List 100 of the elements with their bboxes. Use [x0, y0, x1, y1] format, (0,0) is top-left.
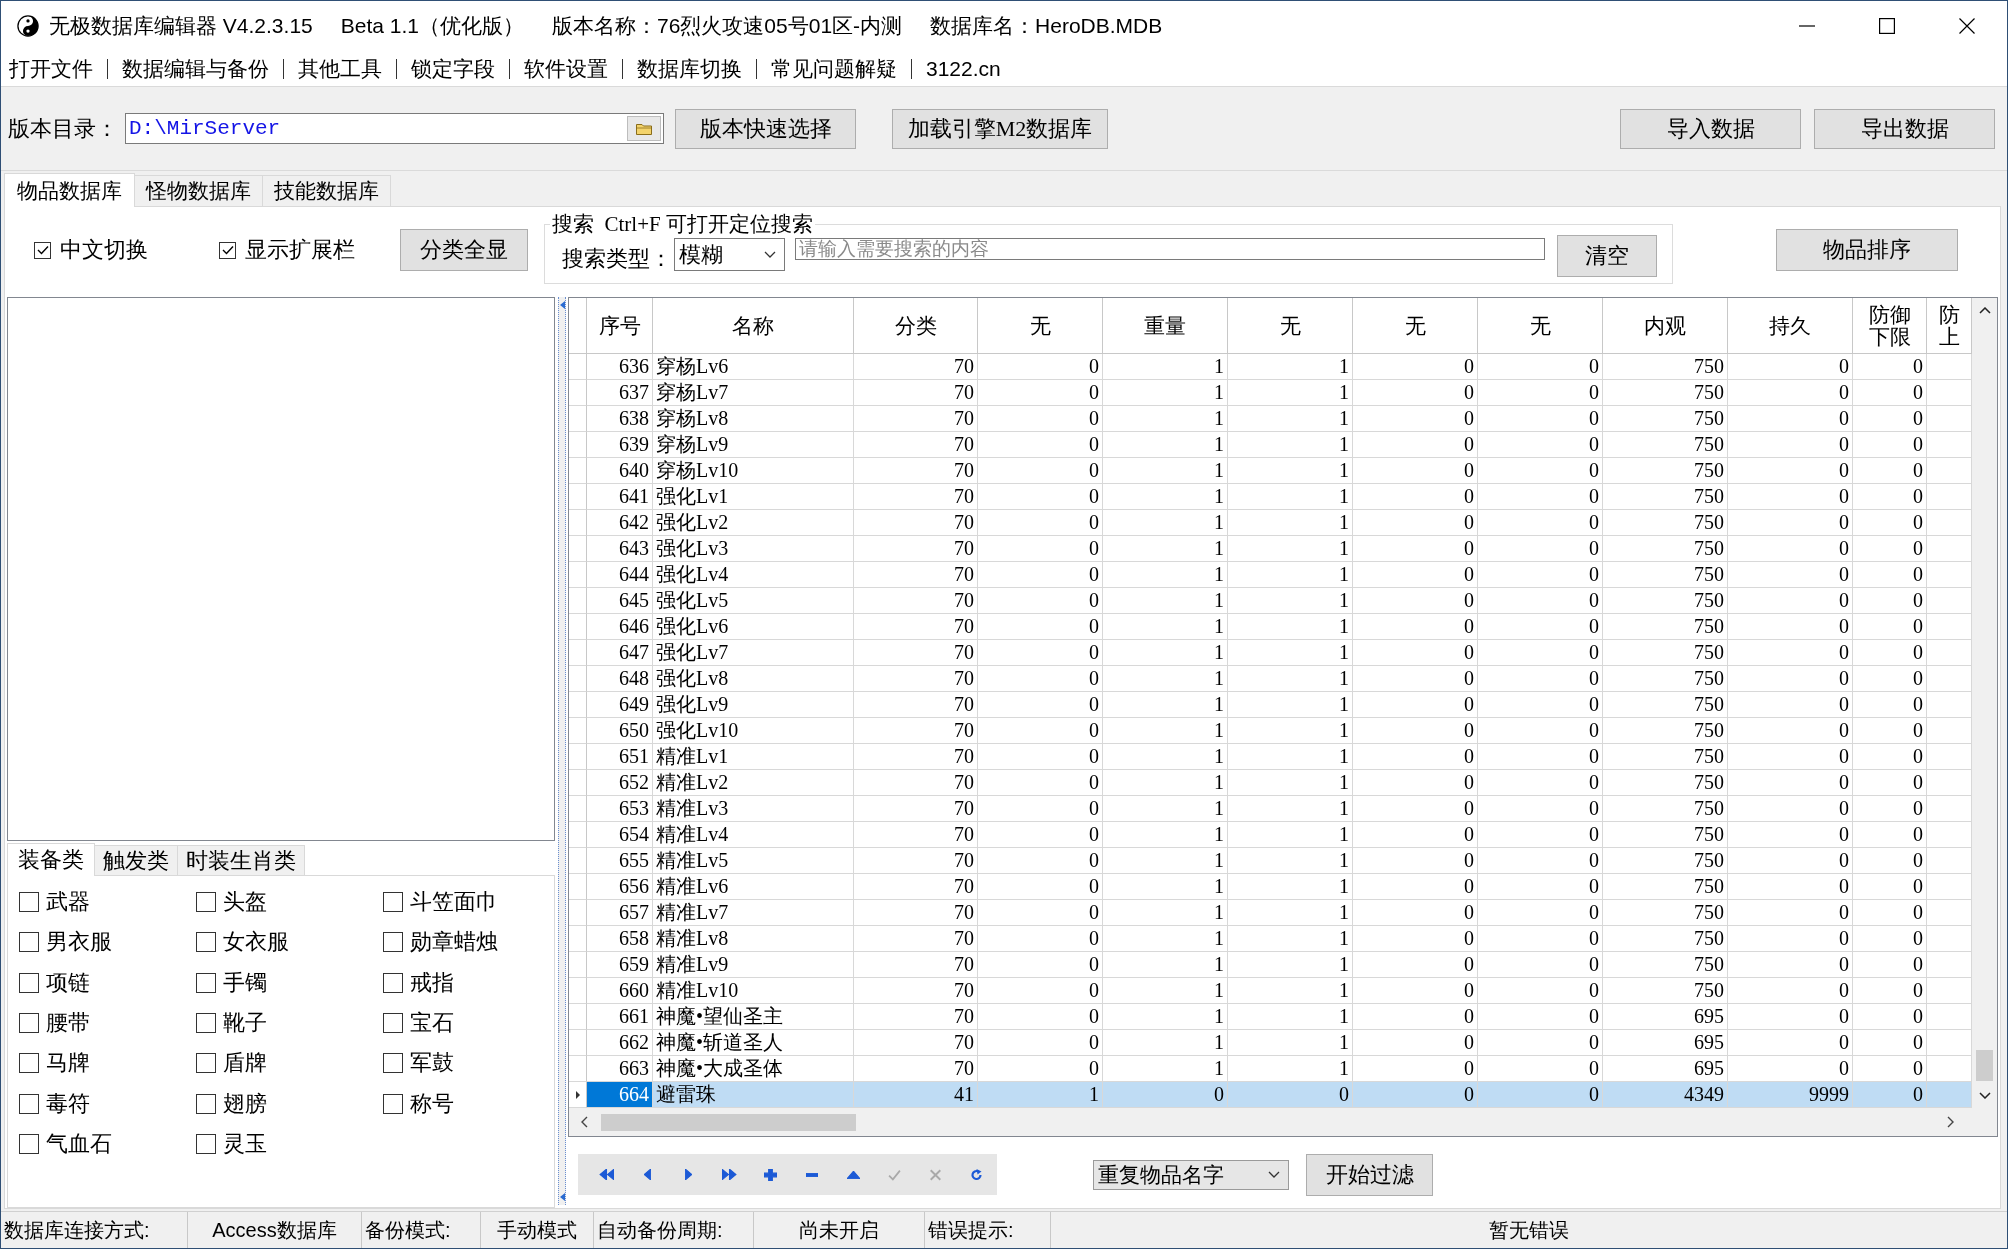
table-row[interactable]: 645 强化Lv5 70 0 1 1 0 0 750 0 0 [569, 588, 1972, 614]
checkbox[interactable] [383, 972, 403, 993]
scrollbar-thumb[interactable] [1976, 1050, 1993, 1081]
vertical-scrollbar[interactable] [1972, 298, 1997, 1108]
search-type-select[interactable]: 模糊 [674, 238, 785, 271]
checkbox[interactable] [196, 1013, 216, 1034]
menu-item[interactable]: 常见问题解疑 [771, 54, 897, 83]
checkbox[interactable] [19, 972, 39, 993]
menu-item[interactable]: 锁定字段 [411, 54, 495, 83]
checkbox[interactable] [19, 892, 39, 913]
double-left-arrow-icon [599, 1169, 615, 1180]
table-row[interactable]: 656 精准Lv6 70 0 1 1 0 0 750 0 0 [569, 874, 1972, 900]
checkbox[interactable] [383, 1013, 403, 1034]
table-row[interactable]: 661 神魔•望仙圣主 70 0 1 1 0 0 695 0 0 [569, 1004, 1972, 1030]
menu-item[interactable]: 软件设置 [524, 54, 608, 83]
table-row[interactable]: 659 精准Lv9 70 0 1 1 0 0 750 0 0 [569, 952, 1972, 978]
minus-icon [806, 1172, 818, 1177]
filter-select[interactable]: 重复物品名字 [1093, 1159, 1289, 1190]
checkbox[interactable] [19, 1053, 39, 1074]
tab[interactable]: 物品数据库 [4, 173, 135, 207]
checkmark-icon [36, 245, 49, 255]
checkbox[interactable] [196, 1093, 216, 1114]
table-row[interactable]: 660 精准Lv10 70 0 1 1 0 0 750 0 0 [569, 978, 1972, 1004]
chevron-left-icon [581, 1116, 588, 1128]
search-field[interactable]: 请输入需要搜索的内容 [795, 238, 1545, 260]
checkbox[interactable] [383, 1093, 403, 1114]
table-row[interactable]: 652 精准Lv2 70 0 1 1 0 0 750 0 0 [569, 770, 1972, 796]
checkbox-label: 武器 [46, 888, 90, 917]
checkbox[interactable] [19, 932, 39, 953]
checkbox-label: 手镯 [223, 968, 267, 997]
checkbox-label: 斗笠面巾 [410, 888, 498, 917]
menu-item[interactable]: 其他工具 [298, 54, 382, 83]
browse-button[interactable] [627, 116, 661, 141]
chevron-down-icon [1978, 1092, 1991, 1099]
tab[interactable]: 时装生肖类 [177, 845, 305, 875]
clear-button[interactable]: 清空 [1557, 235, 1657, 277]
checkbox[interactable] [196, 892, 216, 913]
toolbar-button[interactable]: 导入数据 [1620, 108, 1801, 149]
table-row[interactable]: 642 强化Lv2 70 0 1 1 0 0 750 0 0 [569, 510, 1972, 536]
checkbox[interactable] [383, 1053, 403, 1074]
checkbox[interactable] [196, 1133, 216, 1154]
table-row[interactable]: 654 精准Lv4 70 0 1 1 0 0 750 0 0 [569, 822, 1972, 848]
table-row[interactable]: 650 强化Lv10 70 0 1 1 0 0 750 0 0 [569, 718, 1972, 744]
table-row[interactable]: 658 精准Lv8 70 0 1 1 0 0 750 0 0 [569, 926, 1972, 952]
close-icon [1959, 18, 1975, 34]
toolbar-button[interactable]: 加载引擎M2数据库 [892, 108, 1108, 149]
table-row[interactable]: 662 神魔•斩道圣人 70 0 1 1 0 0 695 0 0 [569, 1030, 1972, 1056]
checkbox[interactable] [196, 1053, 216, 1074]
menu-item[interactable]: 打开文件 [9, 54, 93, 83]
table-row[interactable]: 657 精准Lv7 70 0 1 1 0 0 750 0 0 [569, 900, 1972, 926]
tab[interactable]: 触发类 [94, 845, 178, 875]
checkbox-label: 戒指 [410, 968, 454, 997]
table-row[interactable]: 639 穿杨Lv9 70 0 1 1 0 0 750 0 0 [569, 432, 1972, 458]
menu-item[interactable]: 3122.cn [926, 56, 1001, 81]
show-all-button[interactable]: 分类全显 [400, 229, 528, 271]
table-row[interactable]: 653 精准Lv3 70 0 1 1 0 0 750 0 0 [569, 796, 1972, 822]
row-pointer-icon [575, 1090, 580, 1099]
menu-item[interactable]: 数据库切换 [637, 54, 742, 83]
table-row[interactable]: 647 强化Lv7 70 0 1 1 0 0 750 0 0 [569, 640, 1972, 666]
path-field[interactable]: D:\MirServer [125, 113, 664, 144]
table-row[interactable]: 644 强化Lv4 70 0 1 1 0 0 750 0 0 [569, 562, 1972, 588]
up-triangle-icon [846, 1170, 860, 1179]
splitter[interactable] [558, 297, 566, 1205]
checkbox[interactable] [383, 932, 403, 953]
status-value: 手动模式 [497, 1217, 577, 1243]
checkbox-label: 勋章蜡烛 [410, 928, 498, 957]
tab[interactable]: 技能数据库 [262, 175, 391, 206]
table-row[interactable]: 649 强化Lv9 70 0 1 1 0 0 750 0 0 [569, 692, 1972, 718]
table-row[interactable]: 637 穿杨Lv7 70 0 1 1 0 0 750 0 0 [569, 380, 1972, 406]
status-value: Access数据库 [212, 1217, 337, 1243]
checkbox[interactable] [196, 972, 216, 993]
scrollbar-thumb[interactable] [601, 1113, 856, 1131]
checkbox[interactable] [19, 1093, 39, 1114]
checkbox[interactable] [19, 1133, 39, 1154]
right-arrow-icon [685, 1169, 693, 1180]
table-row[interactable]: 651 精准Lv1 70 0 1 1 0 0 750 0 0 [569, 744, 1972, 770]
checkmark-icon [221, 245, 234, 255]
table-row[interactable]: 648 强化Lv8 70 0 1 1 0 0 750 0 0 [569, 666, 1972, 692]
tab[interactable]: 装备类 [7, 843, 95, 876]
table-row[interactable]: 646 强化Lv6 70 0 1 1 0 0 750 0 0 [569, 614, 1972, 640]
checkbox[interactable] [219, 241, 236, 259]
toolbar-button[interactable]: 导出数据 [1814, 108, 1995, 149]
sort-button[interactable]: 物品排序 [1776, 229, 1958, 271]
checkbox[interactable] [34, 241, 51, 259]
table-row[interactable]: 638 穿杨Lv8 70 0 1 1 0 0 750 0 0 [569, 406, 1972, 432]
table-row[interactable]: 664 避雷珠 41 1 0 0 0 0 4349 9999 0 [569, 1082, 1972, 1108]
table-row[interactable]: 641 强化Lv1 70 0 1 1 0 0 750 0 0 [569, 484, 1972, 510]
table-row[interactable]: 663 神魔•大成圣体 70 0 1 1 0 0 695 0 0 [569, 1056, 1972, 1082]
table-row[interactable]: 655 精准Lv5 70 0 1 1 0 0 750 0 0 [569, 848, 1972, 874]
checkbox[interactable] [383, 892, 403, 913]
filter-button[interactable]: 开始过滤 [1306, 1153, 1433, 1196]
menu-item[interactable]: 数据编辑与备份 [122, 54, 269, 83]
toolbar-button[interactable]: 版本快速选择 [675, 108, 856, 149]
checkbox[interactable] [19, 1013, 39, 1034]
table-row[interactable]: 643 强化Lv3 70 0 1 1 0 0 750 0 0 [569, 536, 1972, 562]
checkbox-label: 盾牌 [223, 1049, 267, 1078]
table-row[interactable]: 640 穿杨Lv10 70 0 1 1 0 0 750 0 0 [569, 458, 1972, 484]
table-row[interactable]: 636 穿杨Lv6 70 0 1 1 0 0 750 0 0 [569, 354, 1972, 380]
horizontal-scrollbar[interactable] [569, 1108, 1972, 1136]
checkbox[interactable] [196, 932, 216, 953]
